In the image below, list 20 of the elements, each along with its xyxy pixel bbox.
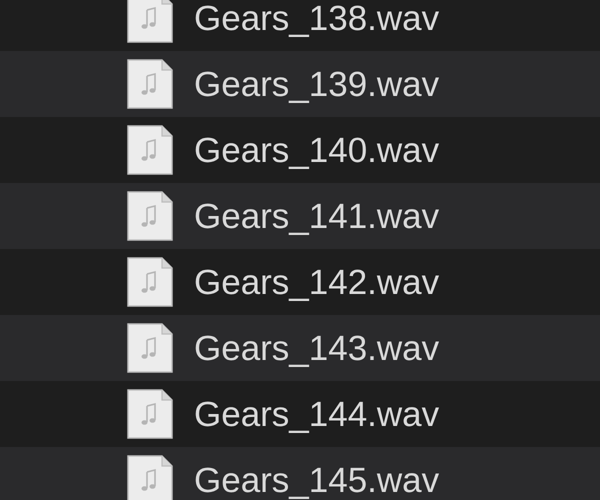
music-file-icon [126, 58, 174, 110]
file-row[interactable]: Gears_139.wav [0, 51, 600, 117]
file-name: Gears_139.wav [194, 66, 440, 102]
file-name: Gears_142.wav [194, 264, 440, 300]
music-file-icon [126, 388, 174, 440]
file-row[interactable]: Gears_145.wav [0, 447, 600, 500]
file-name: Gears_141.wav [194, 198, 440, 234]
file-name: Gears_138.wav [194, 0, 440, 36]
file-name: Gears_144.wav [194, 396, 440, 432]
file-row[interactable]: Gears_141.wav [0, 183, 600, 249]
music-file-icon [126, 190, 174, 242]
file-name: Gears_143.wav [194, 330, 440, 366]
music-file-icon [126, 0, 174, 44]
music-file-icon [126, 454, 174, 500]
file-name: Gears_140.wav [194, 132, 440, 168]
file-row[interactable]: Gears_143.wav [0, 315, 600, 381]
music-file-icon [126, 322, 174, 374]
music-file-icon [126, 256, 174, 308]
music-file-icon [126, 124, 174, 176]
file-name: Gears_145.wav [194, 462, 440, 498]
